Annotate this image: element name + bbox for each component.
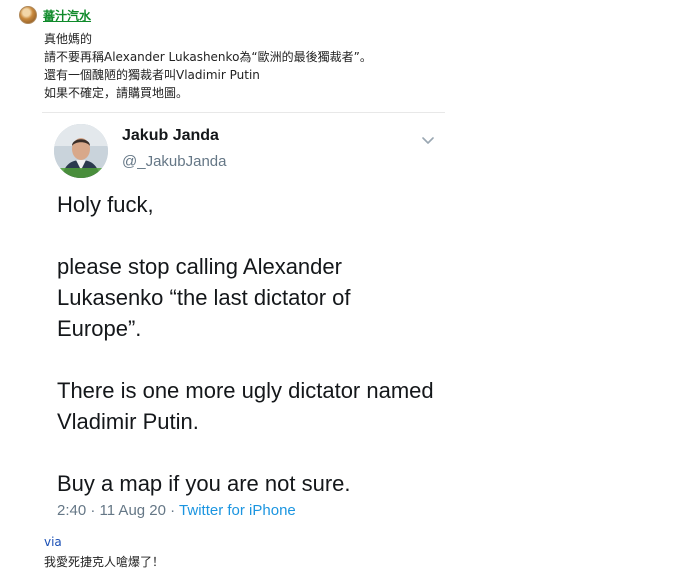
tweet-paragraph: Holy fuck, <box>57 192 154 217</box>
author-avatar[interactable] <box>19 6 37 24</box>
tweet-author-name[interactable]: Jakub Janda <box>122 127 219 145</box>
tweet-paragraph: There is one more ugly dictator named Vl… <box>57 378 434 434</box>
tweet-paragraph: please stop calling Alexander Lukasenko … <box>57 254 351 341</box>
tweet-paragraph: Buy a map if you are not sure. <box>57 471 351 496</box>
post-body: 真他媽的 請不要再稱Alexander Lukashenko為“歐洲的最後獨裁者… <box>44 30 372 102</box>
post-header: 蕃汁汽水 <box>19 6 91 24</box>
tweet-meta: 2:40 · 11 Aug 20 · Twitter for iPhone <box>57 502 296 519</box>
post-line: 如果不確定，請購買地圖。 <box>44 86 189 100</box>
tweet-author-avatar <box>54 124 108 178</box>
post-line: 真他媽的 <box>44 32 93 46</box>
tweet-source-link[interactable]: Twitter for iPhone <box>179 502 296 519</box>
embedded-tweet-screenshot: Jakub Janda @_JakubJanda Holy fuck, plea… <box>42 112 445 527</box>
post-line: 還有一個醜陋的獨裁者叫Vladimir Putin <box>44 68 260 82</box>
post-page: 蕃汁汽水 真他媽的 請不要再稱Alexander Lukashenko為“歐洲的… <box>0 0 699 573</box>
post-comment: 我愛死捷克人嗆爆了！ <box>44 555 165 569</box>
author-name-link[interactable]: 蕃汁汽水 <box>43 7 91 24</box>
tweet-text: Holy fuck, please stop calling Alexander… <box>57 189 437 530</box>
tweet-timestamp[interactable]: 2:40 · 11 Aug 20 · <box>57 502 179 519</box>
post-line: 請不要再稱Alexander Lukashenko為“歐洲的最後獨裁者”。 <box>44 50 372 64</box>
via-link[interactable]: via <box>44 535 62 549</box>
chevron-down-icon[interactable] <box>422 131 434 144</box>
tweet-author-handle[interactable]: @_JakubJanda <box>122 153 226 170</box>
